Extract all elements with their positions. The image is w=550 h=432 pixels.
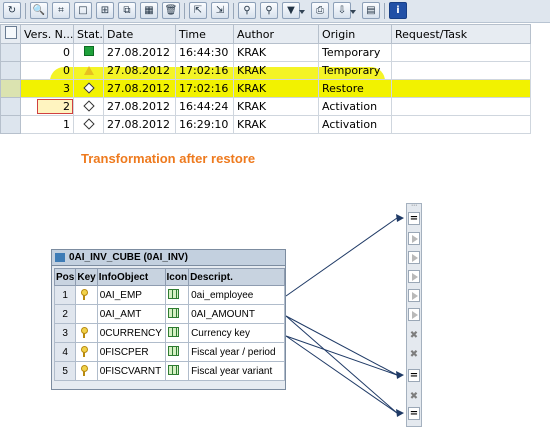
key-icon — [78, 345, 89, 357]
column-icon: Icon — [164, 268, 190, 286]
pos-cell: 3 — [53, 323, 77, 343]
table-row[interactable]: 5 0FISCVARNT Fiscal year variant — [53, 361, 285, 381]
no-transformation-icon[interactable] — [408, 289, 420, 302]
description-cell: Fiscal year variant — [188, 361, 285, 381]
description-cell: Fiscal year / period — [188, 342, 285, 362]
column-key: Key — [75, 268, 98, 286]
characteristic-icon — [167, 288, 179, 299]
pos-cell: 1 — [53, 285, 77, 305]
arrowhead — [396, 214, 404, 222]
not-mapped-icon[interactable]: ✖ — [408, 390, 420, 403]
cube-icon — [55, 253, 65, 262]
column-infoobject: InfoObject — [96, 268, 166, 286]
pos-cell: 5 — [53, 361, 77, 381]
direct-assignment-icon[interactable]: = — [408, 369, 420, 382]
not-mapped-icon[interactable]: ✖ — [408, 348, 420, 361]
table-row[interactable]: 2 0AI_AMT 0AI_AMOUNT — [53, 304, 285, 324]
key-icon — [78, 364, 89, 376]
infocube-panel: 0AI_INV_CUBE (0AI_INV) Pos Key InfoObjec… — [51, 249, 286, 390]
key-icon — [78, 288, 89, 300]
key-cell — [75, 342, 98, 362]
no-transformation-icon[interactable] — [408, 308, 420, 321]
key-cell — [75, 361, 98, 381]
direct-assignment-icon[interactable]: = — [408, 407, 420, 420]
more-icon[interactable]: ⋯ — [408, 203, 420, 210]
description-cell: 0AI_AMOUNT — [188, 304, 285, 324]
icon-cell — [164, 304, 190, 324]
table-row[interactable]: 3 0CURRENCY Currency key — [53, 323, 285, 343]
infocube-title-bar: 0AI_INV_CUBE (0AI_INV) — [52, 250, 285, 266]
pos-cell: 2 — [53, 304, 77, 324]
arrowhead — [396, 371, 404, 379]
infocube-title: 0AI_INV_CUBE (0AI_INV) — [69, 252, 188, 263]
rule-type-column: ⋯ = ✖ ✖ = ✖ = — [406, 203, 422, 427]
characteristic-icon — [167, 345, 179, 356]
infoobject-cell: 0CURRENCY — [96, 323, 166, 343]
infoobject-cell: 0AI_AMT — [96, 304, 166, 324]
key-cell — [75, 323, 98, 343]
mapping-line[interactable] — [285, 315, 398, 414]
icon-cell — [164, 323, 190, 343]
mapping-line[interactable] — [285, 315, 398, 376]
key-cell — [75, 304, 98, 324]
mapping-line[interactable] — [285, 217, 398, 297]
characteristic-icon — [167, 326, 179, 337]
column-description: Descript. — [188, 268, 285, 286]
description-cell: 0ai_employee — [188, 285, 285, 305]
column-pos: Pos — [53, 268, 77, 286]
table-row[interactable]: 1 0AI_EMP 0ai_employee — [53, 285, 285, 305]
table-row[interactable]: 4 0FISCPER Fiscal year / period — [53, 342, 285, 362]
infoobject-cell: 0FISCVARNT — [96, 361, 166, 381]
arrowhead — [396, 409, 404, 417]
icon-cell — [164, 361, 190, 381]
description-cell: Currency key — [188, 323, 285, 343]
infoobject-cell: 0AI_EMP — [96, 285, 166, 305]
no-transformation-icon[interactable] — [408, 251, 420, 264]
mapping-line[interactable] — [285, 335, 398, 414]
pos-cell: 4 — [53, 342, 77, 362]
no-transformation-icon[interactable] — [408, 270, 420, 283]
key-icon — [78, 326, 89, 338]
icon-cell — [164, 342, 190, 362]
key-cell — [75, 285, 98, 305]
no-transformation-icon[interactable] — [408, 232, 420, 245]
direct-assignment-icon[interactable]: = — [408, 212, 420, 225]
not-mapped-icon[interactable]: ✖ — [408, 329, 420, 342]
infoobject-cell: 0FISCPER — [96, 342, 166, 362]
mapping-line[interactable] — [285, 335, 398, 376]
infocube-header-row: Pos Key InfoObject Icon Descript. — [53, 268, 285, 286]
icon-cell — [164, 285, 190, 305]
characteristic-icon — [167, 364, 179, 375]
infocube-fields-table: Pos Key InfoObject Icon Descript. 1 0AI_… — [53, 268, 285, 381]
key-figure-icon — [167, 307, 179, 318]
